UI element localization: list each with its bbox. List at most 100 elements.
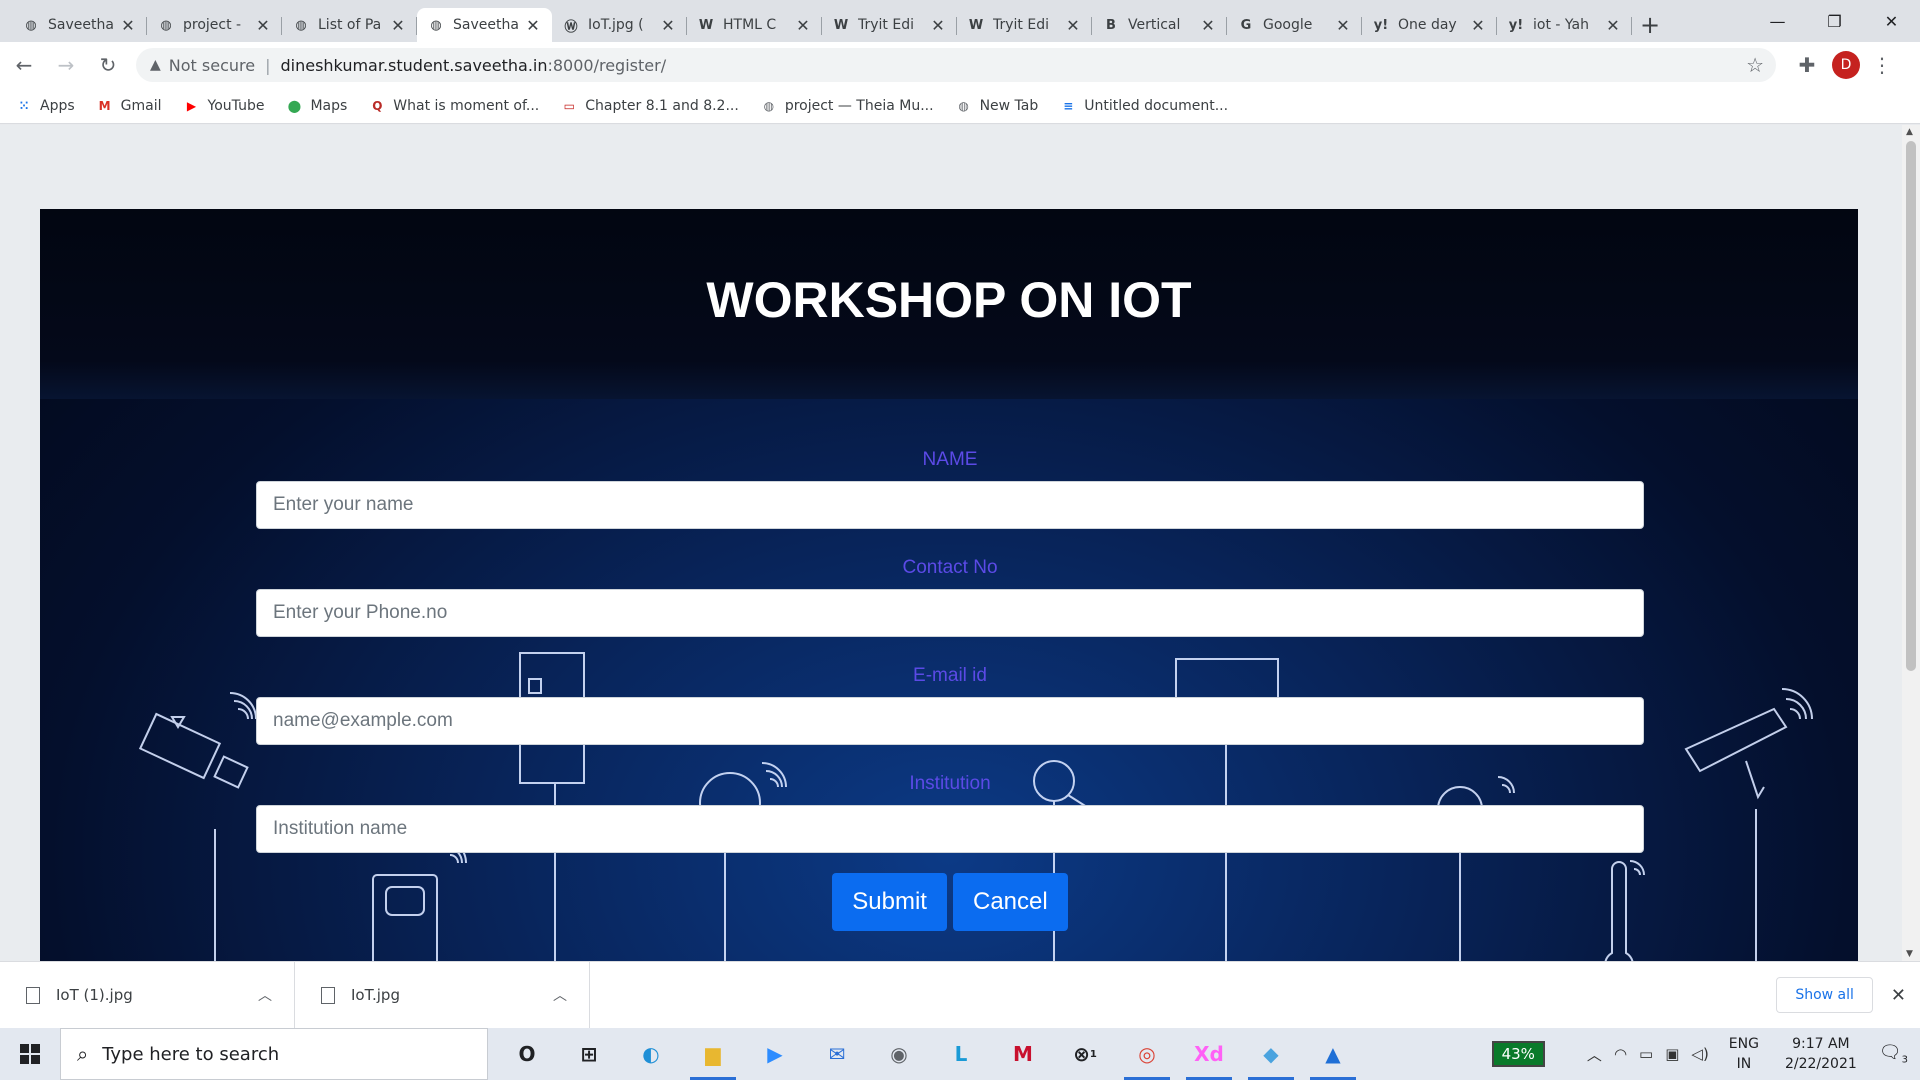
contact-input[interactable] [256, 589, 1644, 637]
security-label: Not secure [168, 55, 256, 75]
tab-11[interactable]: y! One day ✕ [1362, 8, 1497, 42]
download-item[interactable]: IoT.jpg ︿ [295, 961, 590, 1029]
adobe-xd-glyph: Xd [1194, 1042, 1224, 1066]
tab-12[interactable]: y! iot - Yah ✕ [1497, 8, 1632, 42]
chrome-icon[interactable]: ◎ [1116, 1028, 1178, 1080]
bookmark-item[interactable]: Q What is moment of... [369, 98, 539, 114]
cancel-button[interactable]: Cancel [952, 873, 1068, 931]
url-path: :8000/register/ [547, 55, 667, 75]
battery-indicator[interactable]: 43% [1491, 1041, 1545, 1067]
wifi-icon[interactable]: ◠ [1614, 1045, 1627, 1063]
mail-icon[interactable]: ✉ [806, 1028, 868, 1080]
chevron-up-icon[interactable]: ︿ [1587, 1044, 1602, 1065]
file-explorer-icon[interactable]: ▆ [682, 1028, 744, 1080]
zoom-icon[interactable]: ▶ [744, 1028, 806, 1080]
bookmark-item[interactable]: ⬤ Maps [286, 98, 348, 114]
submit-button[interactable]: Submit [832, 873, 947, 931]
meet-now-icon[interactable]: ▣ [1665, 1045, 1679, 1063]
browser-toolbar: ← → ↻ ▲ Not secure | dineshkumar.student… [0, 42, 1920, 88]
tab-close-icon[interactable]: ✕ [1334, 16, 1352, 35]
tab-close-icon[interactable]: ✕ [524, 16, 542, 35]
minimize-icon[interactable]: — [1749, 0, 1806, 42]
notes-icon[interactable]: ◆ [1240, 1028, 1302, 1080]
bookmark-item[interactable]: ◍ New Tab [956, 97, 1039, 114]
tab-4[interactable]: ◍ Saveetha ✕ [417, 8, 552, 42]
volume-icon[interactable]: ◁) [1691, 1045, 1708, 1063]
chevron-up-icon[interactable]: ︿ [258, 985, 272, 1005]
photos-icon[interactable]: ▲ [1302, 1028, 1364, 1080]
clock[interactable]: 9:17 AM 2/22/2021 [1785, 1034, 1857, 1074]
tab-close-icon[interactable]: ✕ [659, 16, 677, 35]
bookmark-label: New Tab [979, 97, 1039, 114]
tab-title: Tryit Edi [858, 17, 914, 33]
bookmark-item[interactable]: ◍ project — Theia Mu... [761, 98, 934, 114]
tab-3[interactable]: ◍ List of Pa ✕ [282, 8, 417, 42]
tab-close-icon[interactable]: ✕ [1199, 16, 1217, 35]
task-view-icon[interactable]: O [496, 1028, 558, 1080]
bookmark-label: Untitled document... [1084, 97, 1229, 114]
new-tab-icon[interactable]: + [1632, 8, 1668, 42]
bookmark-star-icon[interactable]: ☆ [1746, 53, 1764, 77]
tab-9[interactable]: B Vertical ✕ [1092, 8, 1227, 42]
tab-2[interactable]: ◍ project - ✕ [147, 8, 282, 42]
download-item[interactable]: IoT (1).jpg ︿ [0, 961, 295, 1029]
tab-10[interactable]: G Google ✕ [1227, 8, 1362, 42]
tab-close-icon[interactable]: ✕ [929, 16, 947, 35]
profile-avatar[interactable]: D [1832, 51, 1860, 79]
camera-icon[interactable]: ◉ [868, 1028, 930, 1080]
address-bar[interactable]: ▲ Not secure | dineshkumar.student.savee… [136, 48, 1776, 82]
reload-icon[interactable]: ↻ [90, 47, 126, 83]
language-indicator[interactable]: ENG IN [1729, 1034, 1759, 1074]
notifications-icon[interactable]: 🗨3 [1879, 1042, 1908, 1066]
scrollbar-thumb[interactable] [1906, 141, 1916, 671]
adobe-xd-icon[interactable]: Xd [1178, 1028, 1240, 1080]
extensions-puzzle-icon[interactable]: ✚ [1790, 48, 1824, 82]
mcafee-icon[interactable]: M [992, 1028, 1054, 1080]
bookmark-item[interactable]: ⁙ Apps [16, 98, 75, 114]
widgets-icon[interactable]: ⊞ [558, 1028, 620, 1080]
chevron-up-icon[interactable]: ︿ [553, 985, 567, 1005]
windows-logo-icon [20, 1044, 40, 1064]
xbox-icon[interactable]: ⊗ 1 [1054, 1028, 1116, 1080]
windows-start-icon[interactable] [0, 1028, 60, 1080]
tab-6[interactable]: W HTML C ✕ [687, 8, 822, 42]
close-icon[interactable]: ✕ [1891, 985, 1906, 1006]
bookmark-item[interactable]: ▭ Chapter 8.1 and 8.2... [561, 98, 739, 114]
tab-close-icon[interactable]: ✕ [1469, 16, 1487, 35]
back-icon[interactable]: ← [6, 47, 42, 83]
edge-icon[interactable]: ◐ [620, 1028, 682, 1080]
tab-5[interactable]: Ⓦ IoT.jpg (✕ [552, 8, 687, 42]
tab-close-icon[interactable]: ✕ [119, 16, 137, 35]
name-input[interactable] [256, 481, 1644, 529]
forward-icon[interactable]: → [48, 47, 84, 83]
lens-l-icon[interactable]: L [930, 1028, 992, 1080]
tab-close-icon[interactable]: ✕ [1604, 16, 1622, 35]
institution-input[interactable] [256, 805, 1644, 853]
tab-1[interactable]: ◍ Saveetha ✕ [12, 8, 147, 42]
menu-kebab-icon[interactable]: ⋮ [1872, 53, 1892, 77]
scroll-down-icon[interactable]: ▼ [1906, 949, 1913, 959]
bookmark-item[interactable]: ≡ Untitled document... [1060, 98, 1228, 114]
tab-title: One day [1398, 17, 1457, 33]
tab-close-icon[interactable]: ✕ [1064, 16, 1082, 35]
tab-7[interactable]: W Tryit Edi ✕ [822, 8, 957, 42]
window-controls: — ❐ ✕ [1749, 0, 1920, 42]
bookmark-item[interactable]: M Gmail [97, 98, 162, 114]
file-icon [321, 986, 335, 1004]
google-icon: G [1240, 17, 1252, 33]
window-close-icon[interactable]: ✕ [1863, 0, 1920, 42]
tab-close-icon[interactable]: ✕ [389, 16, 407, 35]
photos-glyph: ▲ [1325, 1042, 1341, 1066]
taskbar-search[interactable]: ⌕ Type here to search [60, 1028, 488, 1080]
page-scrollbar[interactable]: ▲ ▼ [1902, 125, 1920, 961]
show-all-button[interactable]: Show all [1776, 977, 1873, 1013]
restore-icon[interactable]: ❐ [1806, 0, 1863, 42]
bookmark-item[interactable]: ▶ YouTube [184, 98, 265, 114]
bootstrap-icon: B [1106, 17, 1116, 33]
email-input[interactable] [256, 697, 1644, 745]
battery-icon[interactable]: ▭ [1639, 1045, 1653, 1063]
tab-close-icon[interactable]: ✕ [794, 16, 812, 35]
tab-close-icon[interactable]: ✕ [254, 16, 272, 35]
tab-8[interactable]: W Tryit Edi ✕ [957, 8, 1092, 42]
scroll-up-icon[interactable]: ▲ [1906, 127, 1913, 137]
